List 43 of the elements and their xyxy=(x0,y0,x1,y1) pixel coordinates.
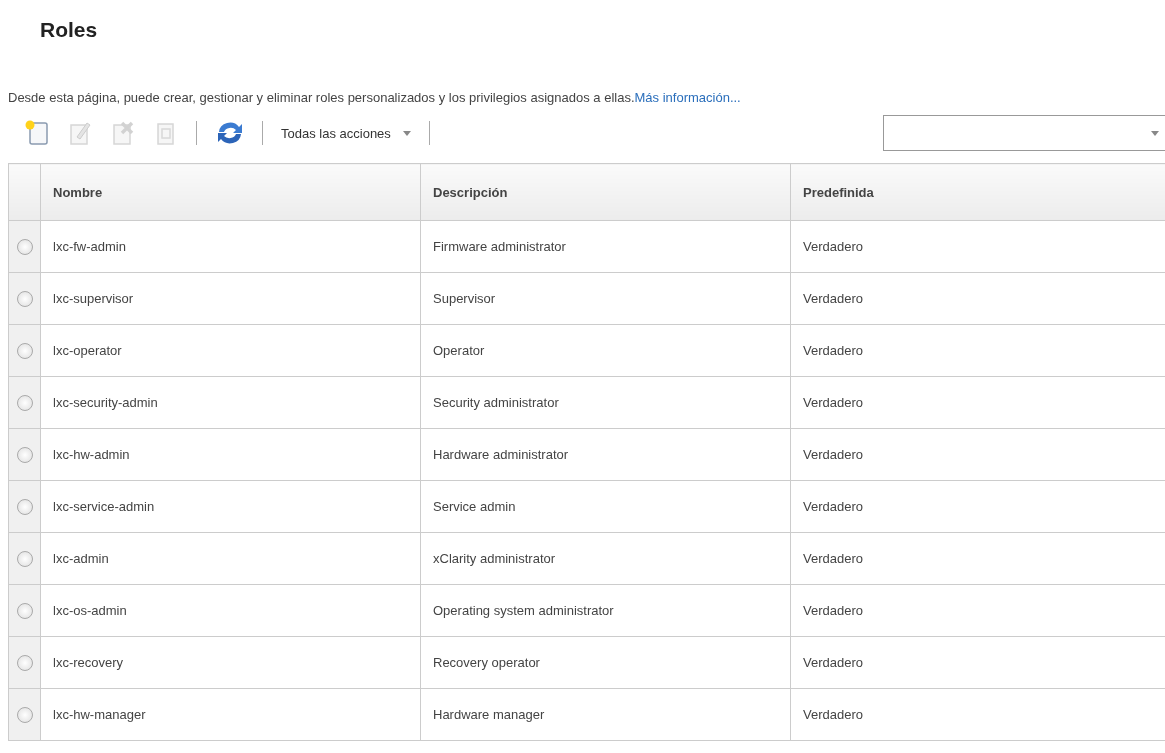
page-description: Desde esta página, puede crear, gestionar y eliminar roles personalizados y los privilegios asignados a ellas.Más información... xyxy=(7,89,742,105)
row-radio[interactable] xyxy=(16,654,33,671)
caret-icon xyxy=(1151,130,1159,136)
row-radio[interactable] xyxy=(16,550,33,567)
table-cell: lxc-operator xyxy=(40,324,421,377)
table-cell: lxc-os-admin xyxy=(40,584,421,637)
page-title: Roles xyxy=(39,17,99,43)
table-cell: lxc-hw-admin xyxy=(40,428,421,481)
column-header[interactable]: Nombre xyxy=(40,163,421,221)
table-cell: Supervisor xyxy=(420,272,791,325)
table-cell: Recovery operator xyxy=(420,636,791,689)
caret-icon xyxy=(402,130,411,136)
row-radio[interactable] xyxy=(16,446,33,463)
create-button[interactable] xyxy=(24,119,50,147)
column-header[interactable]: Descripción xyxy=(420,163,791,221)
table-cell: lxc-recovery xyxy=(40,636,421,689)
new-document-icon xyxy=(24,119,50,147)
table-cell: Security administrator xyxy=(420,376,791,429)
table-cell: lxc-admin xyxy=(40,532,421,585)
row-radio[interactable] xyxy=(16,238,33,255)
table-cell: lxc-supervisor xyxy=(40,272,421,325)
column-header[interactable]: Predefinida xyxy=(790,163,1165,221)
delete-document-icon xyxy=(110,119,136,147)
table-cell: xClarity administrator xyxy=(420,532,791,585)
more-info-link[interactable]: Más información... xyxy=(634,90,741,105)
row-radio[interactable] xyxy=(16,602,33,619)
table-cell: Operating system administrator xyxy=(420,584,791,637)
table-cell: Hardware manager xyxy=(420,688,791,741)
table-cell: lxc-hw-manager xyxy=(40,688,421,741)
table-cell: lxc-security-admin xyxy=(40,376,421,429)
actions-menu[interactable]: Todas las acciones xyxy=(281,125,429,141)
row-radio[interactable] xyxy=(16,342,33,359)
table-cell: Hardware administrator xyxy=(420,428,791,481)
row-radio[interactable] xyxy=(16,706,33,723)
table-cell: lxc-fw-admin xyxy=(40,220,421,273)
table-cell: Operator xyxy=(420,324,791,377)
table-cell: Service admin xyxy=(420,480,791,533)
row-radio[interactable] xyxy=(16,498,33,515)
row-radio[interactable] xyxy=(16,290,33,307)
table-cell: Firmware administrator xyxy=(420,220,791,273)
table-cell: lxc-service-admin xyxy=(40,480,421,533)
row-radio[interactable] xyxy=(16,394,33,411)
filter-dropdown[interactable] xyxy=(883,115,1165,151)
